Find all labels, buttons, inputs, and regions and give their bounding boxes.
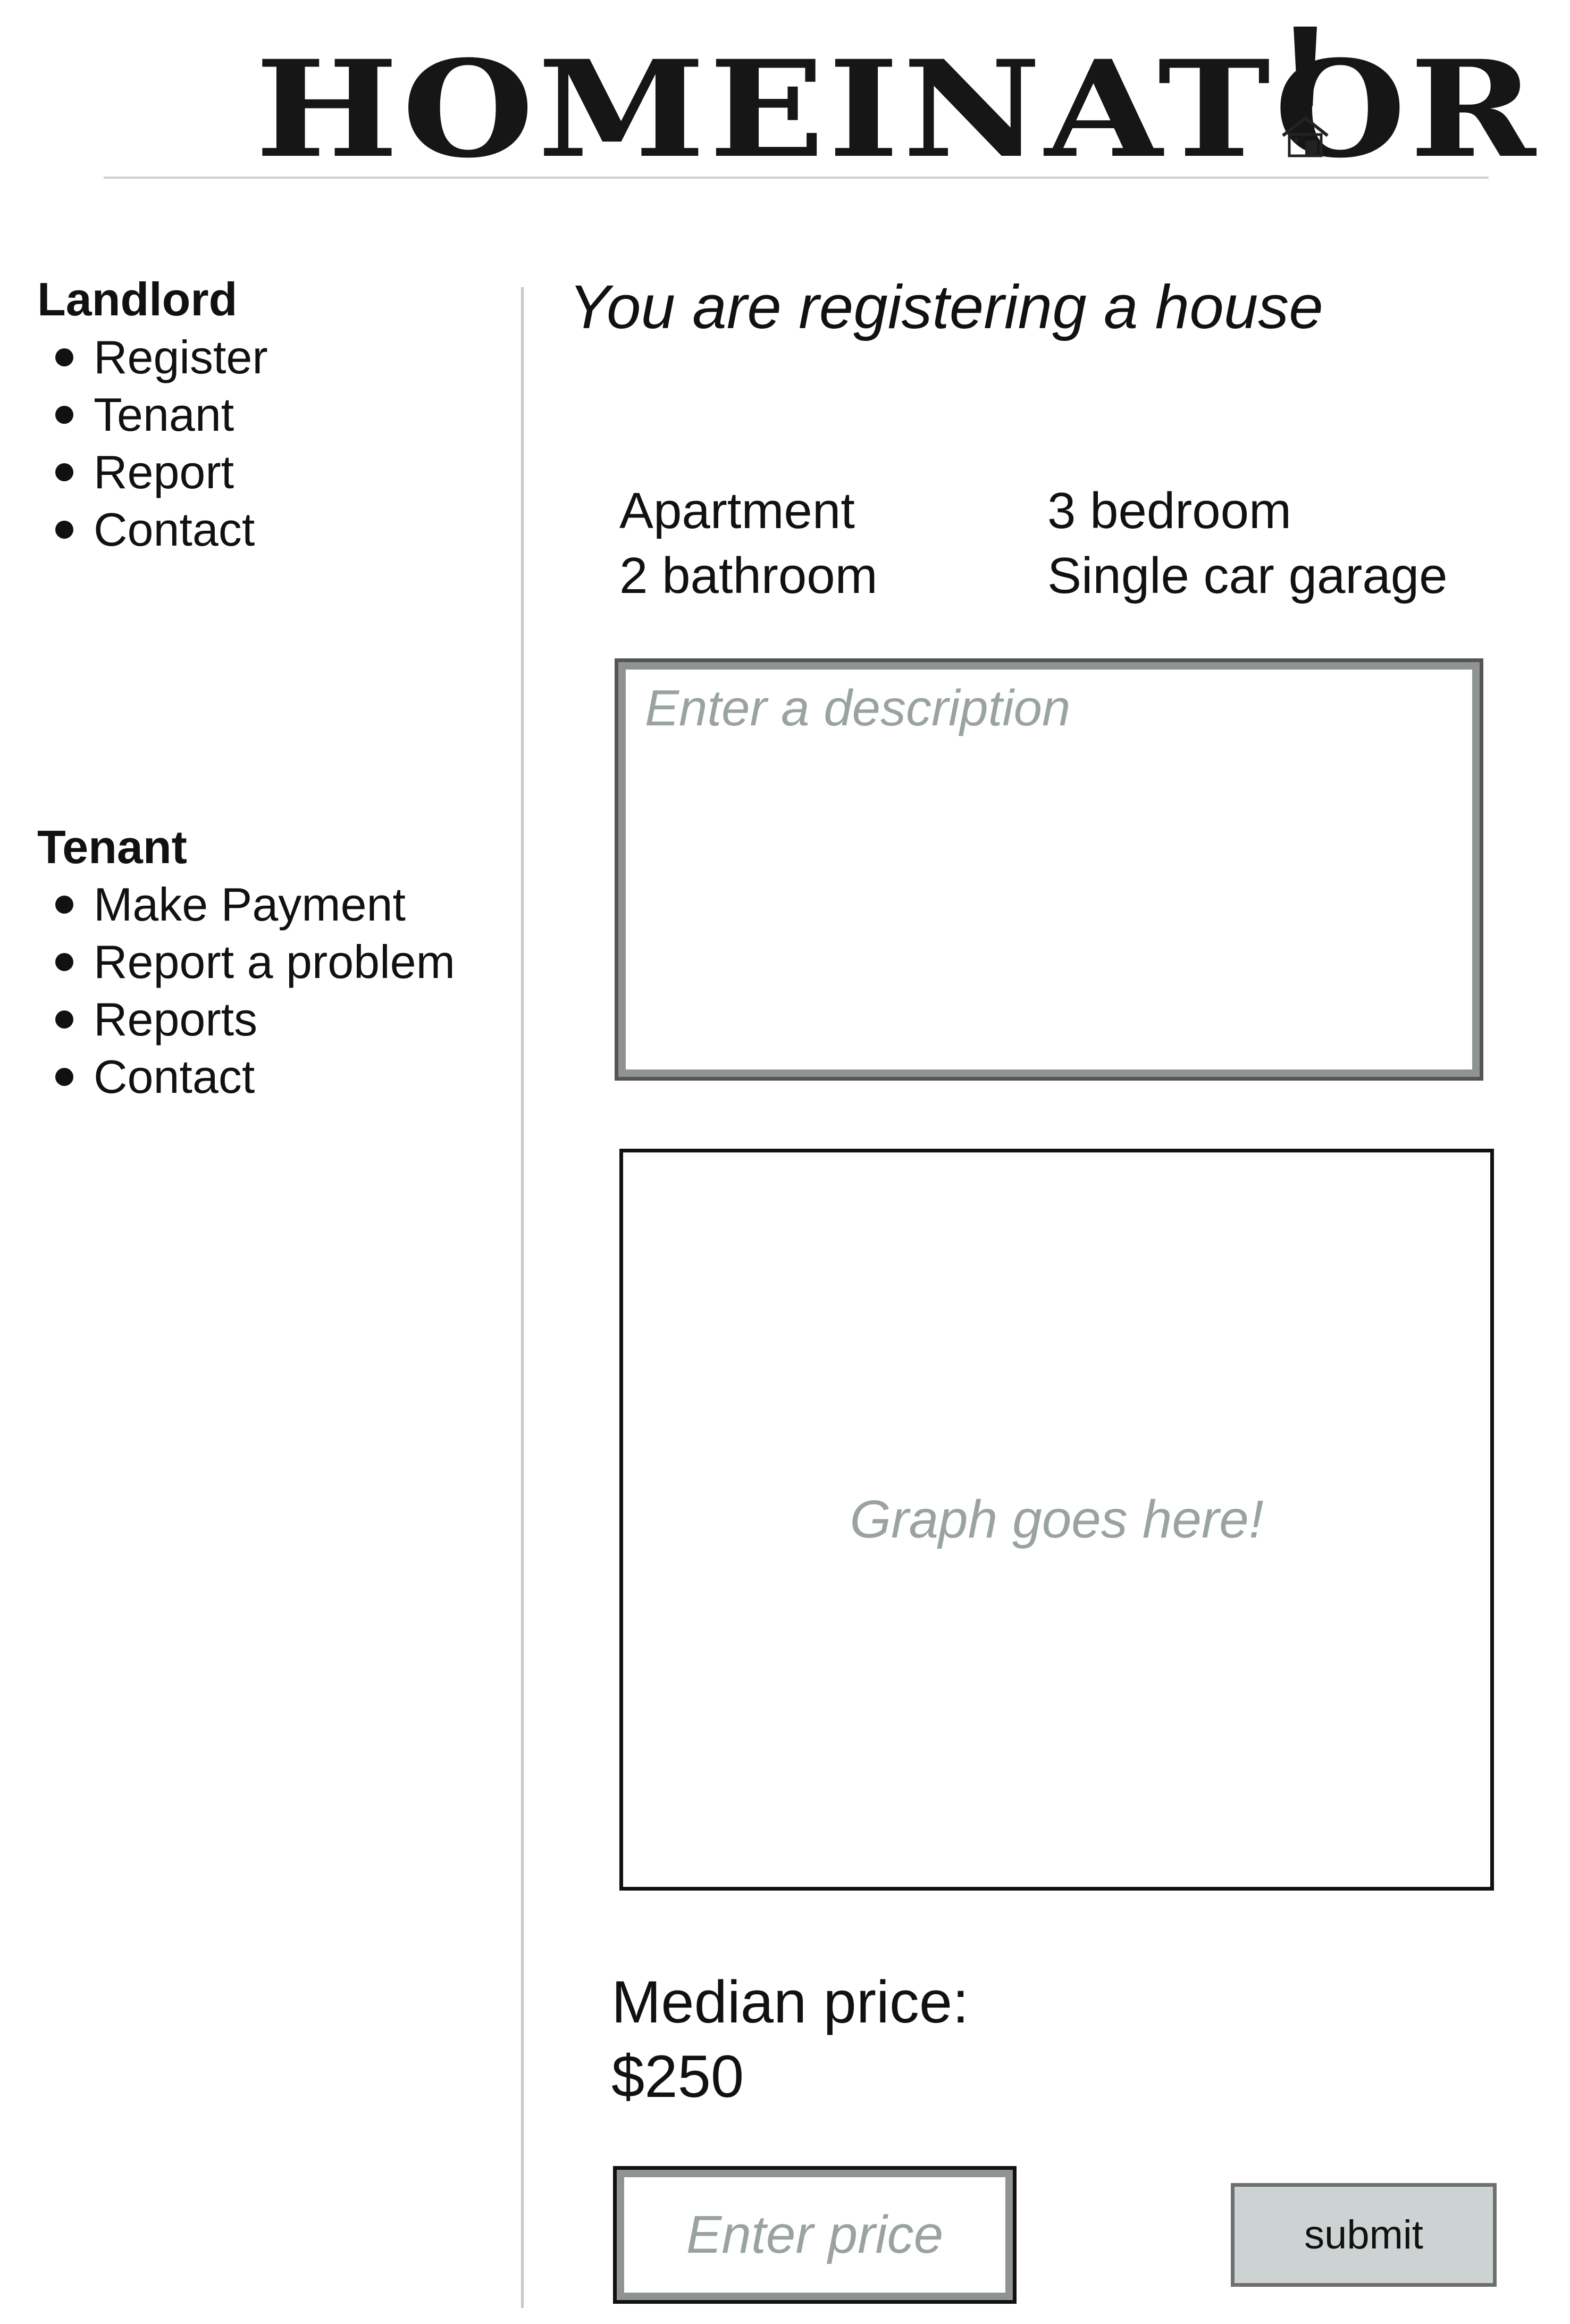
bullet-icon	[55, 348, 73, 366]
nav-heading-tenant: Tenant	[37, 820, 187, 873]
sidebar-item-label: Register	[94, 330, 268, 383]
nav-group-tenant: Tenant Make Payment Report a problem Rep…	[37, 819, 505, 1106]
spec-bathrooms: 2 bathroom	[619, 547, 878, 604]
sidebar-item-register[interactable]: Register	[55, 329, 505, 386]
sidebar-item-make-payment[interactable]: Make Payment	[55, 876, 505, 933]
spec-garage: Single car garage	[1047, 547, 1448, 604]
bullet-icon	[55, 463, 73, 481]
nav-heading-landlord: Landlord	[37, 273, 238, 325]
spec-bedrooms: 3 bedroom	[1047, 482, 1291, 539]
sidebar-nav: Landlord Register Tenant Report Contact …	[37, 271, 505, 1106]
sidebar-item-report[interactable]: Report	[55, 444, 505, 501]
price-input[interactable]	[613, 2166, 1017, 2304]
bullet-icon	[55, 1068, 73, 1086]
submit-button[interactable]: submit	[1231, 2183, 1497, 2287]
sidebar-item-label: Tenant	[94, 388, 234, 441]
sidebar-item-label: Make Payment	[94, 878, 406, 931]
sidebar-divider	[521, 287, 524, 2308]
sidebar-item-label: Contact	[94, 1050, 255, 1104]
graph-area: Graph goes here!	[619, 1149, 1494, 1891]
sidebar-item-report-problem[interactable]: Report a problem	[55, 933, 505, 991]
sidebar-item-contact-tenant[interactable]: Contact	[55, 1048, 505, 1106]
graph-placeholder: Graph goes here!	[850, 1490, 1264, 1549]
sidebar-item-label: Contact	[94, 503, 255, 556]
sidebar-item-tenant[interactable]: Tenant	[55, 386, 505, 444]
median-price: Median price: $250	[611, 1965, 969, 2114]
bullet-icon	[55, 896, 73, 914]
nav-group-landlord: Landlord Register Tenant Report Contact	[37, 271, 505, 558]
exclamation-house-icon	[1282, 27, 1329, 157]
median-price-value: $250	[611, 2043, 744, 2110]
header-divider	[104, 177, 1489, 179]
page-title: You are registering a house	[569, 272, 1323, 341]
logo[interactable]: HOMEINATOR	[255, 27, 1535, 175]
sidebar-item-label: Report	[94, 445, 234, 498]
sidebar-item-reports[interactable]: Reports	[55, 991, 505, 1048]
median-price-label: Median price:	[611, 1969, 969, 2035]
spec-type: Apartment	[619, 482, 855, 539]
nav-list-tenant: Make Payment Report a problem Reports Co…	[37, 876, 505, 1106]
bullet-icon	[55, 520, 73, 539]
nav-list-landlord: Register Tenant Report Contact	[37, 329, 505, 558]
bullet-icon	[55, 953, 73, 972]
description-input[interactable]	[615, 658, 1483, 1081]
bullet-icon	[55, 1010, 73, 1029]
logo-text: HOMEINATOR	[255, 31, 1540, 187]
sidebar-item-contact-landlord[interactable]: Contact	[55, 501, 505, 558]
sidebar-item-label: Reports	[94, 993, 258, 1046]
sidebar-item-label: Report a problem	[94, 935, 455, 989]
bullet-icon	[55, 405, 73, 424]
property-specs: Apartment 3 bedroom 2 bathroom Single ca…	[619, 479, 1481, 608]
